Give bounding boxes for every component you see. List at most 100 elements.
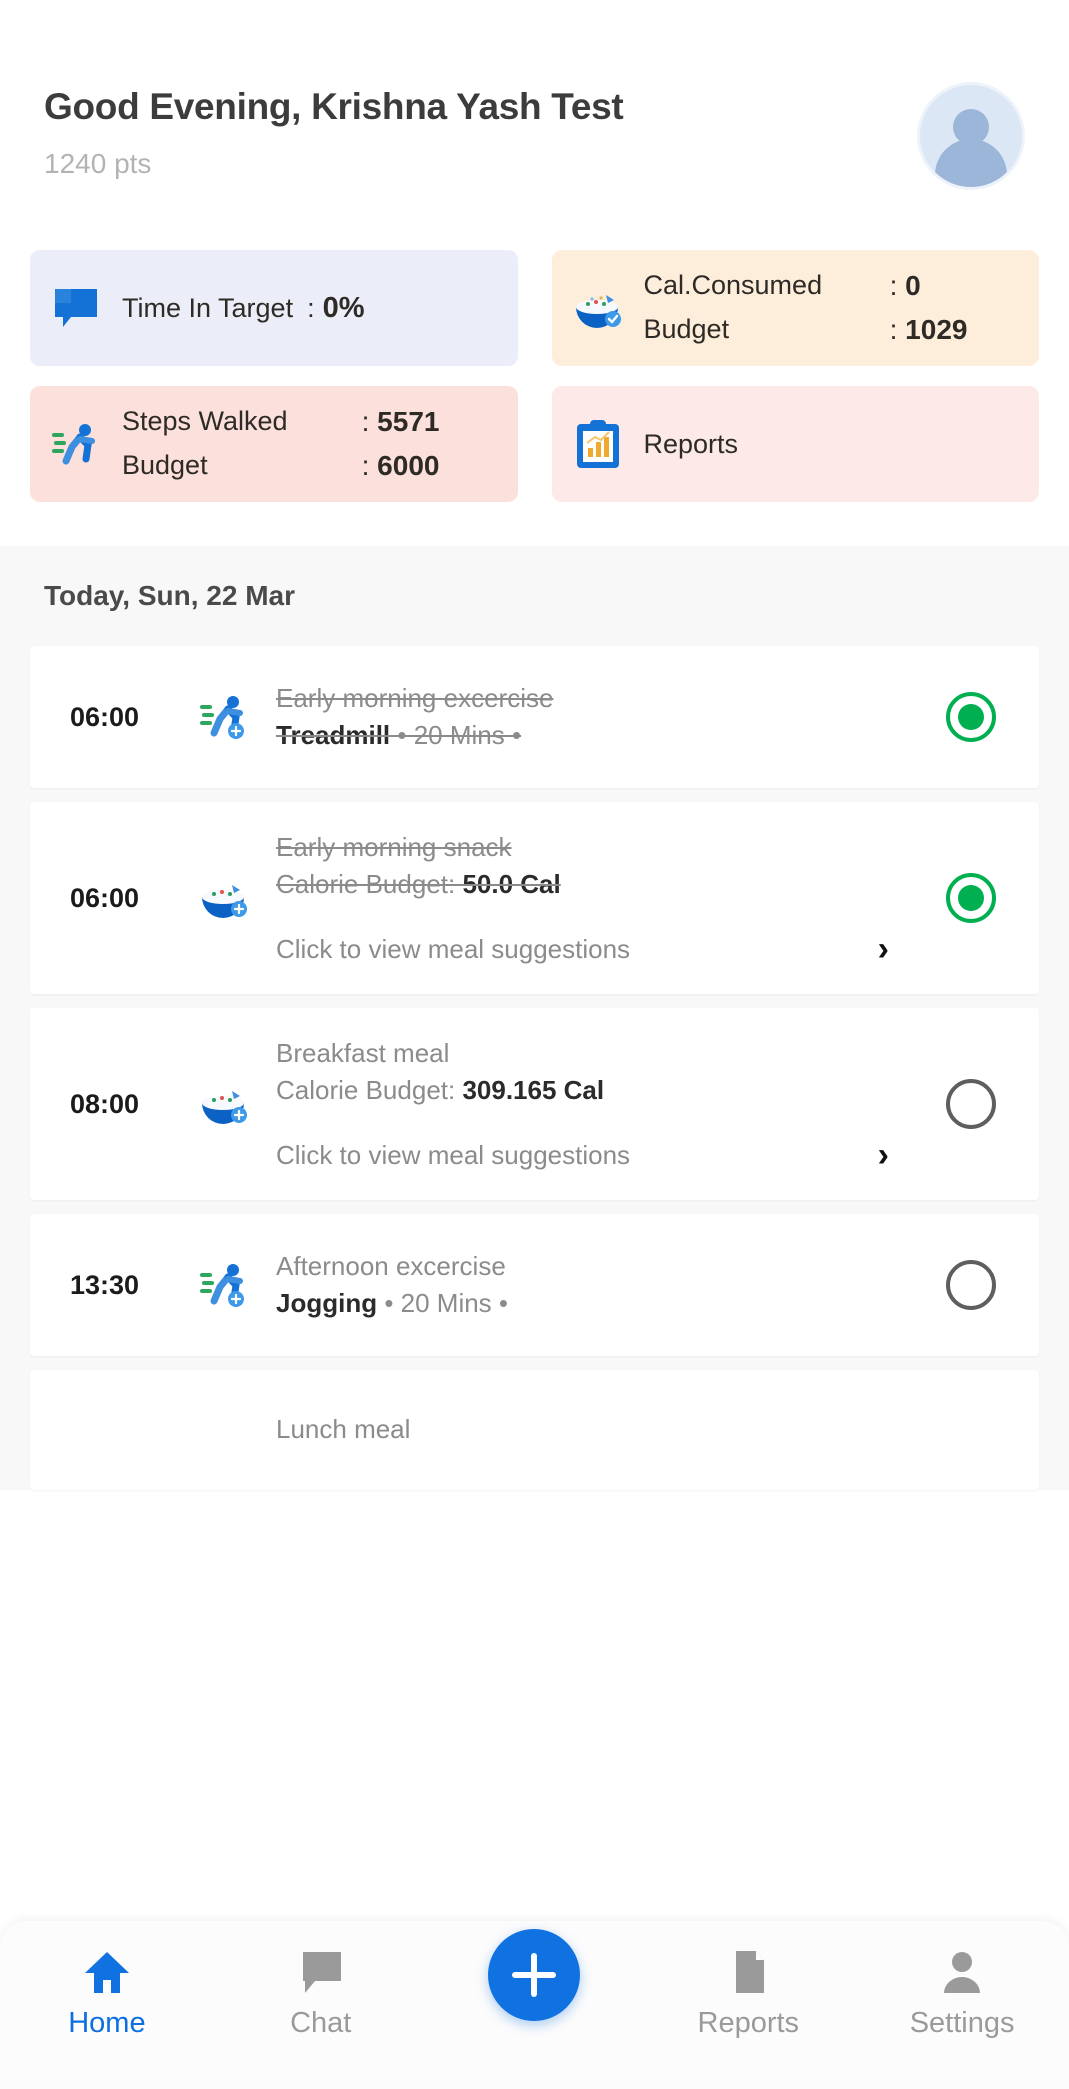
nav-item-reports[interactable]: Reports: [641, 1947, 855, 2040]
timeline-item-subtitle-bold: Treadmill: [276, 720, 391, 750]
timeline-item-status[interactable]: [925, 1079, 1017, 1129]
timeline-item-status[interactable]: [925, 873, 1017, 923]
timeline-date-header: Today, Sun, 22 Mar: [44, 580, 296, 611]
person-icon: [938, 1947, 986, 1995]
nav-label-home: Home: [68, 2007, 146, 2039]
avatar-body: [935, 139, 1007, 187]
rice-bowl-icon: [570, 283, 626, 333]
card-calories-text: Cal.Consumed : 0 Budget : 1029: [644, 270, 1022, 346]
card-calories[interactable]: Cal.Consumed : 0 Budget : 1029: [551, 250, 1039, 366]
avatar[interactable]: [917, 82, 1025, 190]
rice-bowl-icon: [176, 1079, 272, 1129]
steps-walked-label: Steps Walked: [122, 406, 288, 436]
timeline-item-body: Lunch meal: [272, 1412, 925, 1447]
cal-budget-colon: :: [889, 314, 898, 345]
timeline-item-subtitle-bold: 309.165 Cal: [462, 1075, 605, 1105]
timeline-item-subtitle: Treadmill • 20 Mins •: [276, 718, 915, 753]
nav-label-settings: Settings: [909, 2007, 1015, 2039]
steps-budget-label: Budget: [122, 450, 208, 480]
card-time-in-target-text: Time In Target : 0%: [122, 292, 500, 325]
nav-label-chat: Chat: [290, 2007, 352, 2039]
timeline-item-title: Early morning snack: [276, 831, 512, 862]
card-reports-text: Reports: [644, 429, 1022, 460]
points-label: 1240 pts: [44, 148, 152, 179]
bottom-navigation: Home Chat Reports Settings: [0, 1921, 1069, 2089]
cal-consumed-label: Cal.Consumed: [643, 270, 823, 300]
time-in-target-colon: :: [307, 292, 315, 323]
cal-budget-label: Budget: [643, 314, 730, 344]
timeline-item[interactable]: 08:00 Breakfast meal Calorie Budget: 309…: [30, 1008, 1039, 1200]
running-person-icon: [176, 691, 272, 743]
nav-item-chat[interactable]: Chat: [214, 1947, 428, 2040]
status-radio-unchecked[interactable]: [946, 1079, 996, 1129]
timeline-item-status[interactable]: [925, 1260, 1017, 1310]
timeline-item-title: Lunch meal: [276, 1414, 411, 1445]
header: Good Evening, Krishna Yash Test 1240 pts: [0, 0, 1069, 250]
timeline-section: Today, Sun, 22 Mar 06:00 Early morning e…: [0, 546, 1069, 1490]
timeline-item[interactable]: 13:30 Afternoon excercise Jogging • 20 M…: [30, 1214, 1039, 1356]
timeline-item-subtitle-plain: Calorie Budget:: [276, 869, 463, 899]
document-icon: [724, 1947, 772, 1995]
meal-suggestions-link[interactable]: Click to view meal suggestions ›: [276, 1138, 915, 1172]
timeline-item-subtitle-bold: 50.0 Cal: [462, 869, 561, 899]
card-time-in-target[interactable]: Time In Target : 0%: [30, 250, 518, 366]
steps-budget-value: 6000: [377, 450, 440, 481]
timeline-item-title: Breakfast meal: [276, 1037, 450, 1068]
timeline-item-title: Afternoon excercise: [276, 1250, 506, 1281]
timeline-item-subtitle-plain: Calorie Budget:: [276, 1075, 463, 1105]
home-icon: [83, 1947, 131, 1995]
reports-label: Reports: [643, 428, 739, 459]
timeline-item-subtitle-bold: Jogging: [276, 1288, 378, 1318]
meal-suggestions-link[interactable]: Click to view meal suggestions ›: [276, 932, 915, 966]
status-radio-checked[interactable]: [946, 692, 996, 742]
running-person-icon: [48, 419, 104, 469]
timeline-item-subtitle-rest: • 20 Mins •: [390, 720, 522, 750]
clipboard-chart-icon: [570, 418, 626, 470]
timeline-item[interactable]: 06:00 Early morning excercise Treadmill …: [30, 646, 1039, 788]
timeline-item-subtitle-rest: • 20 Mins •: [377, 1288, 509, 1318]
timeline-item-body: Afternoon excercise Jogging • 20 Mins •: [272, 1249, 925, 1321]
time-in-target-label: Time In Target: [122, 292, 294, 323]
timeline-item-body: Breakfast meal Calorie Budget: 309.165 C…: [272, 1036, 925, 1172]
add-button[interactable]: [488, 1929, 581, 2021]
steps-walked-colon: :: [361, 406, 370, 437]
page-title: Good Evening, Krishna Yash Test: [44, 86, 624, 127]
cal-consumed-value: 0: [905, 270, 921, 301]
timeline-item-subtitle: Jogging • 20 Mins •: [276, 1286, 915, 1321]
nav-item-settings[interactable]: Settings: [855, 1947, 1069, 2040]
card-reports[interactable]: Reports: [551, 386, 1039, 502]
stats-section: Time In Target : 0% Cal.Consumed: 0 Bud…: [0, 250, 1069, 546]
time-in-target-value: 0%: [322, 291, 365, 324]
status-radio-checked[interactable]: [946, 873, 996, 923]
timeline-item-title: Early morning excercise: [276, 682, 554, 713]
chevron-right-icon: ›: [877, 930, 889, 969]
timeline-item-time: 13:30: [70, 1269, 140, 1300]
timeline-item[interactable]: 06:00 Early morning snack Calorie Budget…: [30, 802, 1039, 994]
card-steps[interactable]: Steps Walked : 5571 Budget : 6000: [30, 386, 518, 502]
timeline-item[interactable]: Lunch meal: [30, 1370, 1039, 1490]
timeline-item-subtitle: Calorie Budget: 309.165 Cal: [276, 1073, 915, 1108]
timeline-item-time: 08:00: [70, 1088, 140, 1119]
nav-label-reports: Reports: [697, 2007, 800, 2039]
nav-item-home[interactable]: Home: [0, 1947, 214, 2040]
timeline-item-status[interactable]: [925, 692, 1017, 742]
timeline-item-body: Early morning excercise Treadmill • 20 M…: [272, 681, 925, 753]
rice-bowl-icon: [176, 873, 272, 923]
card-steps-text: Steps Walked : 5571 Budget : 6000: [122, 406, 500, 482]
chat-bubble-icon: [297, 1947, 345, 1995]
stats-row-1: Time In Target : 0% Cal.Consumed: 0 Bud…: [30, 250, 1039, 366]
stats-row-2: Steps Walked : 5571 Budget : 6000 Report…: [30, 386, 1039, 502]
greeting-block: Good Evening, Krishna Yash Test 1240 pts: [44, 78, 624, 180]
cal-consumed-colon: :: [889, 270, 898, 301]
meal-suggestions-label: Click to view meal suggestions: [276, 1139, 631, 1170]
timeline-item-body: Early morning snack Calorie Budget: 50.0…: [272, 830, 925, 966]
status-radio-unchecked[interactable]: [946, 1260, 996, 1310]
plus-icon-vertical: [531, 1953, 538, 1997]
meal-suggestions-label: Click to view meal suggestions: [276, 933, 631, 964]
timeline-item-time: 06:00: [70, 701, 140, 732]
chevron-right-icon: ›: [877, 1136, 889, 1175]
speech-bubble-icon: [48, 283, 104, 333]
cal-budget-value: 1029: [905, 314, 968, 345]
steps-budget-colon: :: [361, 450, 370, 481]
running-person-icon: [176, 1259, 272, 1311]
